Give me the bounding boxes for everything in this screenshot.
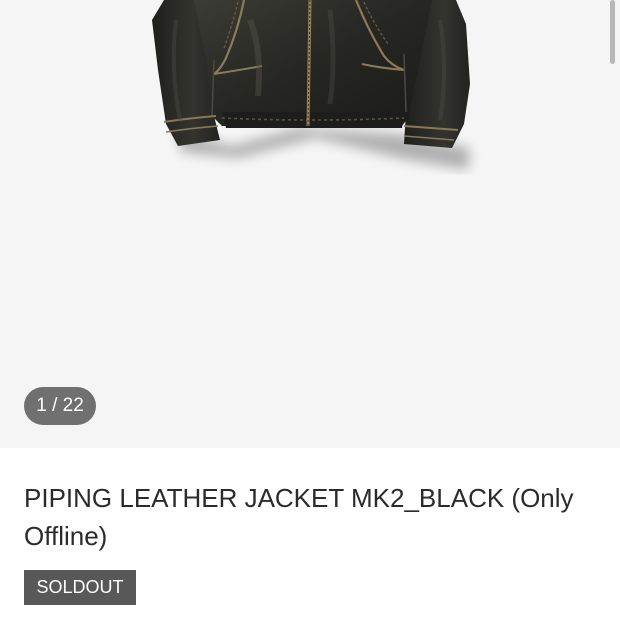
product-info: PIPING LEATHER JACKET MK2_BLACK (Only Of… bbox=[0, 448, 620, 620]
image-counter: 1 / 22 bbox=[24, 387, 96, 425]
product-photo bbox=[152, 0, 470, 170]
scrollbar-thumb[interactable] bbox=[610, 0, 615, 64]
product-image-gallery[interactable]: 1 / 22 bbox=[0, 0, 620, 448]
soldout-badge: SOLDOUT bbox=[24, 570, 136, 605]
product-page: 1 / 22 PIPING LEATHER JACKET MK2_BLACK (… bbox=[0, 0, 620, 620]
product-title: PIPING LEATHER JACKET MK2_BLACK (Only Of… bbox=[24, 483, 574, 551]
